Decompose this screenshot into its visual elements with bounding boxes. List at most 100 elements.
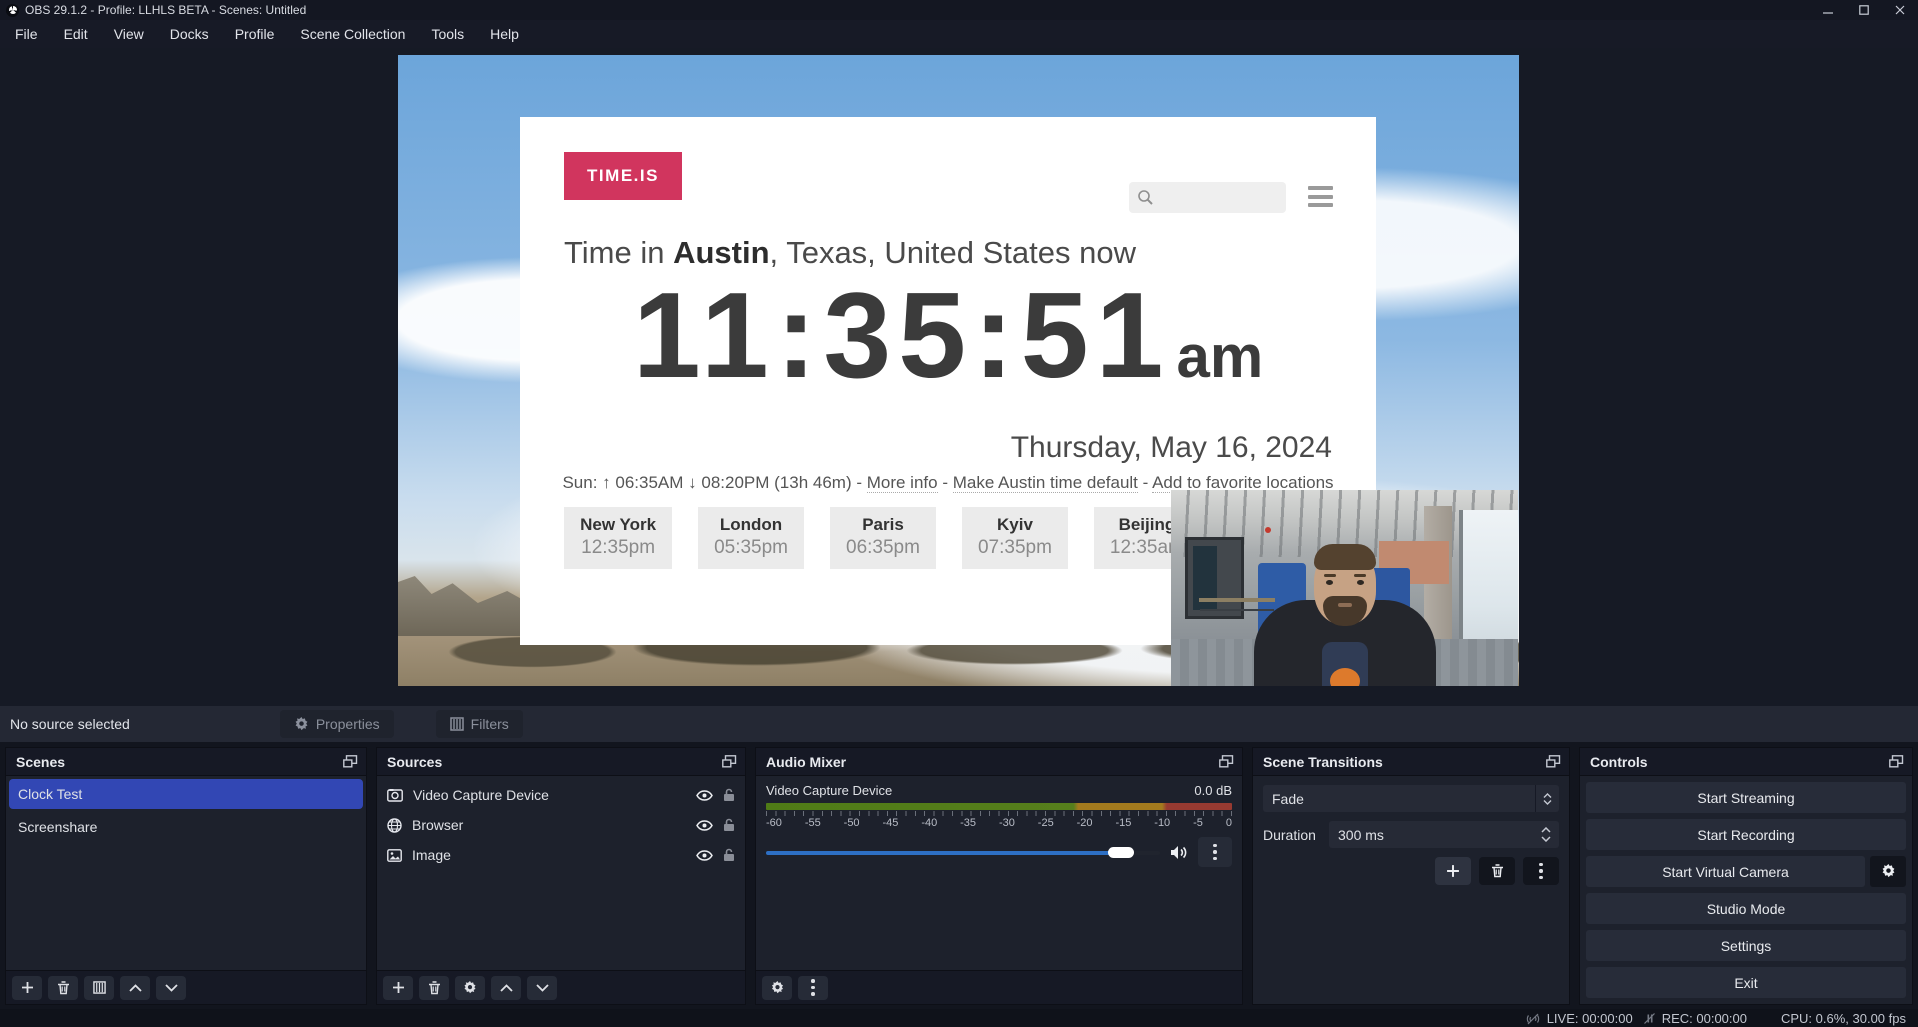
timeis-clock: 11:35:51am: [520, 265, 1376, 405]
start-recording-button[interactable]: Start Recording: [1586, 819, 1906, 850]
remove-source-button[interactable]: [419, 976, 449, 1000]
sources-dock: Sources Video Capture Device Browser: [376, 747, 746, 1005]
menubar: File Edit View Docks Profile Scene Colle…: [0, 20, 1918, 48]
minimize-button[interactable]: [1810, 0, 1846, 20]
source-toolbar: No source selected Properties Filters: [0, 706, 1918, 742]
preview-canvas[interactable]: TIME.IS Time in Austin, Texas, United St…: [398, 55, 1519, 686]
menu-profile[interactable]: Profile: [222, 20, 288, 48]
menu-tools[interactable]: Tools: [418, 20, 477, 48]
status-bar: LIVE: 00:00:00 REC: 00:00:00 CPU: 0.6%, …: [0, 1009, 1918, 1027]
mixer-menu-button[interactable]: [798, 976, 828, 1000]
filter-icon: [450, 717, 464, 731]
studio-mode-button[interactable]: Studio Mode: [1586, 893, 1906, 924]
advanced-audio-button[interactable]: [762, 976, 792, 1000]
window-title: OBS 29.1.2 - Profile: LLHLS BETA - Scene…: [25, 3, 306, 17]
rec-time: REC: 00:00:00: [1662, 1011, 1747, 1026]
source-properties-button[interactable]: [455, 976, 485, 1000]
popout-icon[interactable]: [1219, 755, 1234, 768]
scene-filters-button[interactable]: [84, 976, 114, 1000]
spin-down-icon[interactable]: [1541, 836, 1551, 842]
properties-button[interactable]: Properties: [280, 710, 394, 738]
scenes-title: Scenes: [16, 754, 65, 770]
menu-edit[interactable]: Edit: [51, 20, 101, 48]
scene-item-screenshare[interactable]: Screenshare: [9, 812, 363, 842]
remove-scene-button[interactable]: [48, 976, 78, 1000]
maximize-button[interactable]: [1846, 0, 1882, 20]
popout-icon[interactable]: [1546, 755, 1561, 768]
preview-area: TIME.IS Time in Austin, Texas, United St…: [0, 48, 1918, 706]
timeis-logo: TIME.IS: [564, 152, 682, 200]
volume-slider[interactable]: [766, 843, 1160, 861]
popout-icon[interactable]: [1889, 755, 1904, 768]
meter-scale: -60-55-50-45-40-35-30-25-20-15-10-50: [766, 817, 1232, 829]
source-item-browser[interactable]: Browser: [377, 810, 745, 840]
titlebar: OBS 29.1.2 - Profile: LLHLS BETA - Scene…: [0, 0, 1918, 20]
exit-button[interactable]: Exit: [1586, 967, 1906, 998]
duration-label: Duration: [1263, 827, 1321, 843]
audio-mixer-dock: Audio Mixer Video Capture Device 0.0 dB …: [755, 747, 1243, 1005]
popout-icon[interactable]: [722, 755, 737, 768]
scene-down-button[interactable]: [156, 976, 186, 1000]
menu-help[interactable]: Help: [477, 20, 532, 48]
clock-time: 11:35:51: [633, 267, 1171, 403]
obs-window: OBS 29.1.2 - Profile: LLHLS BETA - Scene…: [0, 0, 1918, 1027]
transition-select[interactable]: Fade: [1263, 785, 1559, 812]
hamburger-menu-icon: [1308, 186, 1333, 207]
city-tile: London05:35pm: [698, 507, 804, 569]
city-tile: New York12:35pm: [564, 507, 672, 569]
speaker-icon[interactable]: [1170, 845, 1188, 860]
source-up-button[interactable]: [491, 976, 521, 1000]
scene-transitions-dock: Scene Transitions Fade Duration 300 ms: [1252, 747, 1570, 1005]
settings-button[interactable]: Settings: [1586, 930, 1906, 961]
visibility-eye-icon[interactable]: [696, 850, 713, 861]
popout-icon[interactable]: [343, 755, 358, 768]
controls-title: Controls: [1590, 754, 1648, 770]
lock-icon[interactable]: [723, 818, 735, 832]
globe-icon: [387, 818, 402, 833]
transitions-title: Scene Transitions: [1263, 754, 1383, 770]
transition-menu-button[interactable]: [1523, 857, 1559, 885]
menu-scene-collection[interactable]: Scene Collection: [287, 20, 418, 48]
timeis-search-box: [1129, 182, 1286, 213]
scene-up-button[interactable]: [120, 976, 150, 1000]
cpu-fps-stats: CPU: 0.6%, 30.00 fps: [1781, 1011, 1906, 1026]
make-default-link: Make Austin time default: [953, 473, 1138, 493]
visibility-eye-icon[interactable]: [696, 820, 713, 831]
mixer-channel-menu-button[interactable]: [1198, 837, 1232, 867]
spin-up-icon[interactable]: [1541, 827, 1551, 833]
start-streaming-button[interactable]: Start Streaming: [1586, 782, 1906, 813]
menu-view[interactable]: View: [101, 20, 157, 48]
virtual-camera-config-button[interactable]: [1870, 856, 1906, 887]
close-button[interactable]: [1882, 0, 1918, 20]
add-source-button[interactable]: [383, 976, 413, 1000]
menu-docks[interactable]: Docks: [157, 20, 222, 48]
meter-ticks: [766, 811, 1232, 816]
source-item-image[interactable]: Image: [377, 840, 745, 870]
live-time: LIVE: 00:00:00: [1547, 1011, 1633, 1026]
remove-transition-button[interactable]: [1479, 857, 1515, 885]
scene-item-clock-test[interactable]: Clock Test: [9, 779, 363, 809]
dock-area: Scenes Clock Test Screenshare Sources: [0, 742, 1918, 1009]
lock-icon[interactable]: [723, 848, 735, 862]
volume-meter: [766, 803, 1232, 810]
add-transition-button[interactable]: [1435, 857, 1471, 885]
add-scene-button[interactable]: [12, 976, 42, 1000]
start-virtual-camera-button[interactable]: Start Virtual Camera: [1586, 856, 1865, 887]
mixer-db-value: 0.0 dB: [1194, 783, 1232, 798]
filters-button[interactable]: Filters: [436, 710, 523, 738]
source-item-video-capture[interactable]: Video Capture Device: [377, 780, 745, 810]
lock-icon[interactable]: [723, 788, 735, 802]
source-down-button[interactable]: [527, 976, 557, 1000]
duration-spinbox[interactable]: 300 ms: [1329, 821, 1559, 848]
window-controls: [1810, 0, 1918, 20]
visibility-eye-icon[interactable]: [696, 790, 713, 801]
volume-slider-handle[interactable]: [1108, 847, 1134, 858]
city-tile: Kyiv07:35pm: [962, 507, 1068, 569]
webcam-source: [1171, 490, 1518, 686]
source-status-text: No source selected: [10, 716, 130, 732]
rec-status-icon: [1643, 1012, 1656, 1025]
person: [1245, 536, 1445, 686]
timeis-date: Thursday, May 16, 2024: [1011, 431, 1332, 465]
mixer-title: Audio Mixer: [766, 754, 846, 770]
menu-file[interactable]: File: [2, 20, 51, 48]
